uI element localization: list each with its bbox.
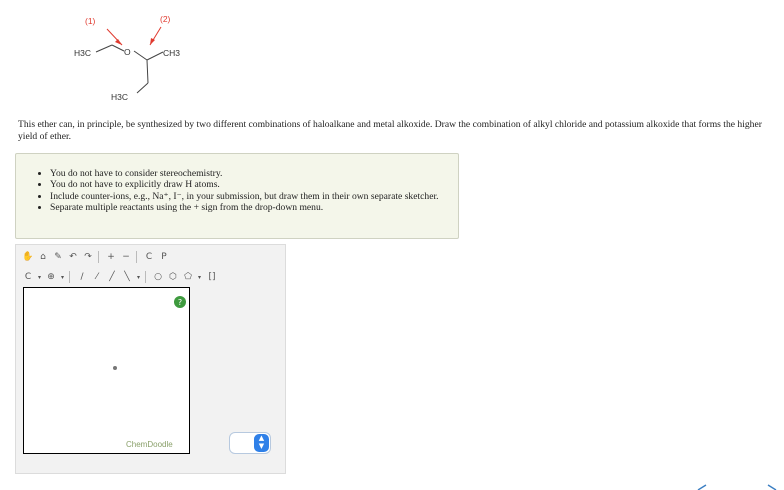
clean-icon[interactable]: C [142,250,156,264]
instruction-item: You do not have to consider stereochemis… [50,168,458,179]
benzene-icon[interactable]: ⬡ [166,270,180,284]
instruction-item: Include counter-ions, e.g., Na⁺, I⁻, in … [50,191,458,202]
question-text: This ether can, in principle, be synthes… [18,119,762,142]
single-bond-icon[interactable]: / [75,270,89,284]
instruction-item: You do not have to explicitly draw H ato… [50,179,458,190]
arrow-label-2: (2) [160,14,171,24]
template-icon[interactable]: P [157,250,171,264]
instruction-item: Separate multiple reactants using the + … [50,202,458,213]
erase-icon[interactable]: ⌂ [36,250,50,264]
left-methyl-label: H3C [74,48,91,58]
toolbar-divider [136,251,141,263]
oxygen-label: O [124,47,131,57]
chevron-down-icon[interactable]: ▾ [196,270,203,284]
chemdoodle-brand: ChemDoodle [126,440,173,449]
bracket-icon[interactable]: [] [204,270,220,284]
clear-icon[interactable]: ✋ [21,250,35,264]
help-icon[interactable]: ? [174,296,186,308]
bottom-methyl-label: H3C [111,92,128,102]
element-c-icon[interactable]: C [21,270,35,284]
instructions-box: You do not have to consider stereochemis… [15,153,459,239]
wedge-bond-icon[interactable]: ╱ [105,270,119,284]
hash-bond-icon[interactable]: ╲ [120,270,134,284]
pentagon-icon[interactable]: ⬠ [181,270,195,284]
double-bond-icon[interactable]: ⁄ [90,270,104,284]
toolbar-row-1: ✋ ⌂ ✎ ↶ ↷ + − C P [21,250,171,264]
zoom-in-icon[interactable]: + [104,250,118,264]
redo-icon[interactable]: ↷ [81,250,95,264]
zoom-out-icon[interactable]: − [119,250,133,264]
undo-icon[interactable]: ↶ [66,250,80,264]
pen-icon[interactable]: ✎ [51,250,65,264]
right-methyl-label: CH3 [163,48,180,58]
chevron-down-icon[interactable]: ▾ [59,270,66,284]
corner-marks [697,484,777,490]
ether-structure: (1) (2) H3C O CH3 H3C [60,5,210,105]
toolbar-divider [145,271,150,283]
toolbar-row-2: C ▾ ⊕ ▾ / ⁄ ╱ ╲ ▾ ○ ⬡ ⬠ ▾ [] [21,270,220,284]
canvas-dot [113,366,117,370]
arrow-label-1: (1) [85,16,96,26]
chevron-down-icon[interactable]: ▾ [135,270,142,284]
select-arrows-icon[interactable]: ▲ ▼ [254,434,269,452]
charge-icon[interactable]: ⊕ [44,270,58,284]
toolbar-divider [69,271,74,283]
toolbar-divider [98,251,103,263]
sketcher-canvas[interactable]: ? ChemDoodle [23,287,190,454]
reactant-select[interactable]: ▲ ▼ [229,432,271,454]
ring-icon[interactable]: ○ [151,270,165,284]
chevron-down-icon[interactable]: ▾ [36,270,43,284]
